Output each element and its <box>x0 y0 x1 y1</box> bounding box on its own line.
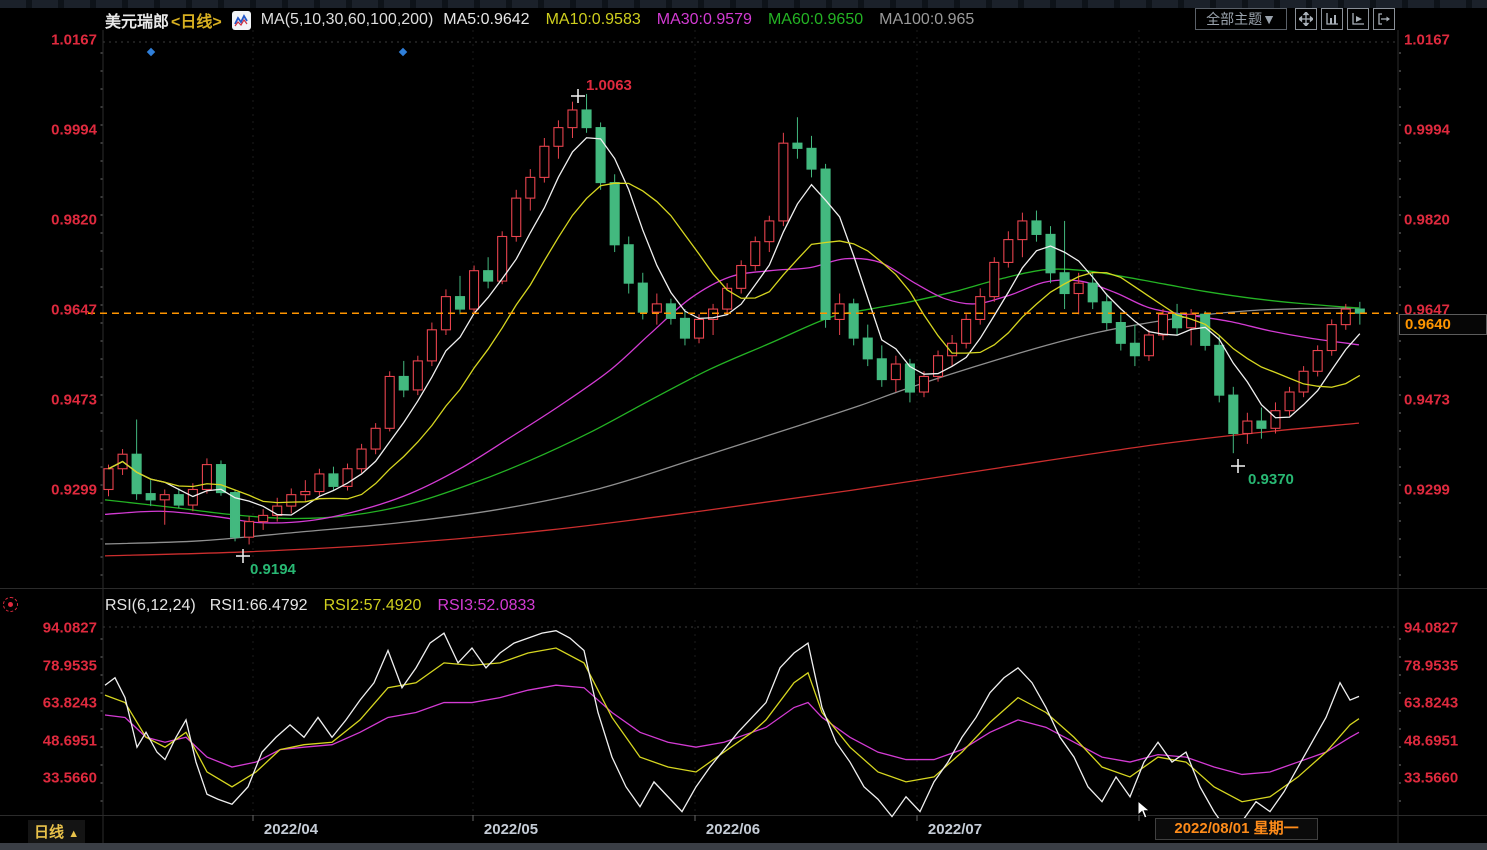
month-label: 2022/07 <box>928 821 982 838</box>
price-tick-label: 0.9473 <box>0 392 97 407</box>
period-selector-label: 日线 <box>34 824 64 841</box>
period-selector[interactable]: 日线 ▲ <box>28 820 85 843</box>
month-label: 2022/04 <box>264 821 318 838</box>
price-tick-label: 0.9820 <box>0 212 97 227</box>
time-axis-bar: 日线 ▲ 2022/04 2022/05 2022/06 2022/07 2022/0… <box>0 816 1487 843</box>
chevron-up-icon: ▲ <box>68 828 79 840</box>
pan-tool-icon[interactable] <box>1295 8 1317 30</box>
chart-controls: 全部主题▼ <box>1195 8 1395 30</box>
rsi-tick-label: 94.0827 <box>0 621 97 636</box>
rsi-tick-label: 94.0827 <box>1404 621 1458 636</box>
price-tick-label: 0.9994 <box>0 122 97 137</box>
grid-lines <box>0 30 1487 843</box>
high-annotation: 1.0063 <box>586 78 632 93</box>
month-label: 2022/05 <box>484 821 538 838</box>
symbol-period-tag: <日线> <box>171 8 222 32</box>
price-tick-label: 0.9299 <box>1404 482 1450 497</box>
rsi-tick-label: 63.8243 <box>0 696 97 711</box>
rsi-tick-label: 63.8243 <box>1404 696 1458 711</box>
price-tick-label: 0.9473 <box>1404 392 1450 407</box>
rsi-lines <box>105 631 1359 832</box>
ma-value: MA5:0.9642 <box>443 11 529 29</box>
event-dot <box>399 48 407 56</box>
x-axis-play-icon[interactable] <box>1347 8 1369 30</box>
mouse-cursor <box>1136 800 1152 825</box>
annotation-markers <box>147 48 1245 563</box>
rsi-value: RSI1:66.4792 <box>210 597 308 615</box>
indicator-record-icon[interactable] <box>3 597 18 612</box>
crosshair-date-tooltip: 2022/08/01 星期一 <box>1155 818 1318 840</box>
price-tick-label: 0.9994 <box>1404 122 1450 137</box>
rsi-legend: RSI(6,12,24) RSI1:66.4792RSI2:57.4920RSI… <box>105 595 535 617</box>
rsi-params-label: RSI(6,12,24) <box>105 597 196 615</box>
rsi-line-rsi1 <box>105 631 1359 832</box>
y-axis-scale-icon[interactable] <box>1321 8 1343 30</box>
symbol-name[interactable]: 美元瑞郎 <box>105 8 169 32</box>
rsi-tick-label: 33.5660 <box>0 771 97 786</box>
ma-value-list: MA5:0.9642 MA10:0.9583 MA30:0.9579 MA60:0.9… <box>443 11 974 29</box>
ma-value: MA10:0.9583 <box>546 11 641 29</box>
rsi-value-list: RSI1:66.4792 RSI2:57.4920 RSI3:52.0833 <box>210 597 536 615</box>
price-tick-label: 0.9299 <box>0 482 97 497</box>
trading-chart-app: 美元瑞郎 <日线> MA(5,10,30,60,100,200) MA5:0.9… <box>0 0 1487 850</box>
rsi-tick-label: 78.9535 <box>0 658 97 673</box>
rsi-value: RSI2:57.4920 <box>324 597 422 615</box>
main-chart-legend: 美元瑞郎 <日线> MA(5,10,30,60,100,200) MA5:0.9… <box>105 8 974 32</box>
low-annotation-1: 0.9194 <box>250 562 296 577</box>
theme-selector-button[interactable]: 全部主题▼ <box>1195 8 1287 30</box>
ma-line-ma200 <box>105 423 1359 556</box>
price-tick-label: 1.0167 <box>1404 33 1450 48</box>
rsi-line-rsi2 <box>105 648 1359 802</box>
rsi-tick-label: 78.9535 <box>1404 658 1458 673</box>
ma-value: MA100:0.965 <box>879 11 974 29</box>
rsi-tick-label: 48.6951 <box>0 733 97 748</box>
rsi-value: RSI3:52.0833 <box>437 597 535 615</box>
price-tick-label: 0.9647 <box>0 302 97 317</box>
chart-canvas[interactable] <box>0 0 1487 850</box>
rsi-tick-label: 33.5660 <box>1404 771 1458 786</box>
price-tick-label: 1.0167 <box>0 33 97 48</box>
ma-params-label: MA(5,10,30,60,100,200) <box>261 11 434 29</box>
month-label: 2022/06 <box>706 821 760 838</box>
ma-line-ma10 <box>109 183 1360 502</box>
horizontal-scrollbar[interactable] <box>0 843 1487 850</box>
price-tick-label: 0.9820 <box>1404 212 1450 227</box>
ma-line-ma100 <box>105 308 1359 544</box>
ma-value: MA30:0.9579 <box>657 11 752 29</box>
rsi-tick-label: 48.6951 <box>1404 733 1458 748</box>
event-dot <box>147 48 155 56</box>
candlesticks <box>104 94 1364 545</box>
last-price-badge: 0.9640 <box>1399 314 1487 335</box>
kline-chart-icon[interactable] <box>232 11 251 30</box>
low-annotation-2: 0.9370 <box>1248 472 1294 487</box>
ma-value: MA60:0.9650 <box>768 11 863 29</box>
exit-chart-icon[interactable] <box>1373 8 1395 30</box>
